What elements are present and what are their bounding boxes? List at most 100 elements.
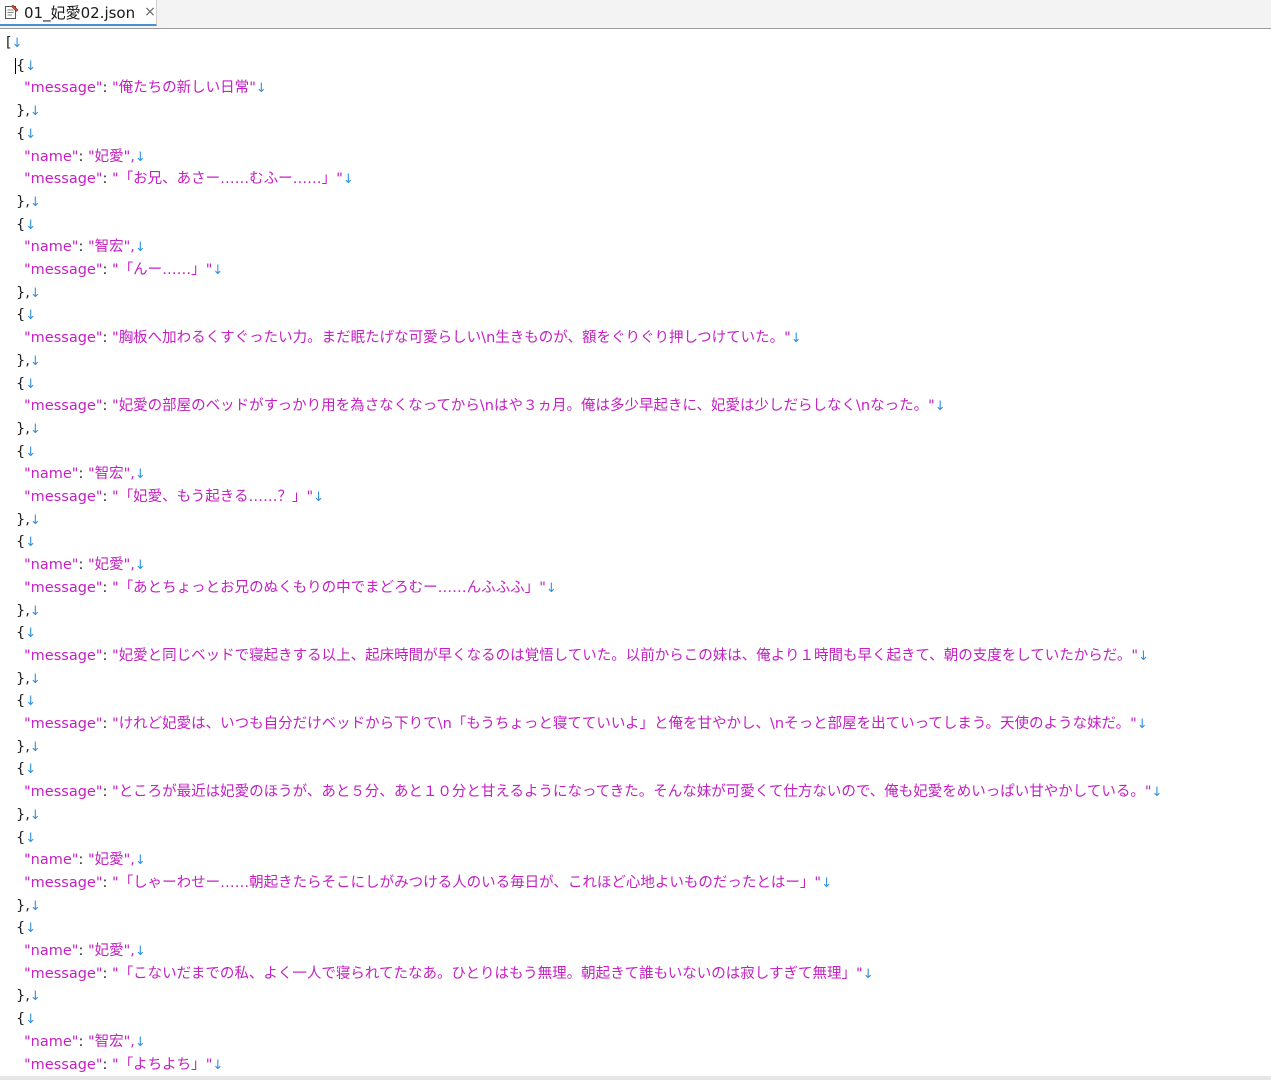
json-punct: },: [16, 670, 30, 687]
json-punct: :: [102, 647, 113, 664]
code-line: {↓: [16, 1008, 36, 1030]
json-key: "message": [24, 716, 103, 732]
json-punct: },: [16, 988, 30, 1005]
tab-title: 01_妃愛02.json: [24, 3, 136, 22]
code-line: },↓: [16, 350, 41, 372]
json-punct: ",: [123, 557, 135, 574]
newline-arrow-icon: ↓: [29, 898, 41, 914]
json-value: 智宏: [94, 239, 124, 256]
text-editor[interactable]: [↓ {↓ "message": "俺たちの新しい日常"↓},↓ {↓ "name": …: [0, 30, 1271, 1076]
json-punct: {: [16, 307, 26, 324]
json-punct: ": [1144, 784, 1152, 801]
json-value: 妃愛の部屋のベッドがすっかり用を為さなくなってから\nはや３ヵ月。俺は多少早起き…: [118, 398, 929, 415]
json-punct: ": [112, 579, 119, 596]
json-value: 胸板へ加わるくすぐったい力。まだ眠たげな可愛らしい\n生きものが、額をぐりぐり押…: [118, 330, 785, 347]
json-punct: ": [112, 80, 119, 97]
json-punct: :: [78, 943, 88, 959]
json-punct: ",: [123, 852, 135, 869]
json-key: "name": [24, 148, 79, 165]
newline-arrow-icon: ↓: [25, 830, 37, 846]
newline-arrow-icon: ↓: [134, 149, 146, 165]
code-line: {↓: [16, 123, 36, 145]
code-line: "message": "「よちよち」"↓: [24, 1054, 223, 1076]
horizontal-scrollbar[interactable]: [0, 1076, 1271, 1080]
newline-arrow-icon: ↓: [29, 512, 41, 528]
code-line: "message": "ところが最近は妃愛のほうが、あと５分、あと１０分と甘える…: [24, 781, 1162, 803]
code-line: "message": "胸板へ加わるくすぐったい力。まだ眠たげな可愛らしい\n生…: [24, 327, 802, 349]
code-line: "message": "妃愛と同じベッドで寝起きする以上、起床時間が早くなるのは…: [24, 645, 1149, 667]
newline-arrow-icon: ↓: [29, 104, 41, 120]
json-value: ところが最近は妃愛のほうが、あと５分、あと１０分と甘えるようになってきた。そんな…: [118, 784, 1145, 801]
code-line: "message": "けれど妃愛は、いつも自分だけベッドから下りて\n「もうち…: [24, 713, 1148, 735]
json-punct: ": [87, 1033, 95, 1050]
json-punct: ": [336, 171, 343, 188]
json-key: "name": [24, 557, 79, 574]
json-key: "name": [24, 239, 79, 256]
json-key: "message": [24, 80, 103, 97]
json-punct: {: [16, 829, 26, 846]
json-punct: :: [102, 171, 113, 188]
newline-arrow-icon: ↓: [25, 762, 37, 778]
code-line: "name": "智宏",↓: [24, 463, 146, 485]
json-value: 妃愛: [94, 852, 124, 869]
newline-arrow-icon: ↓: [25, 376, 37, 392]
json-punct: {: [16, 375, 26, 392]
tab-bar: 01_妃愛02.json ×: [0, 0, 1271, 29]
newline-arrow-icon: ↓: [212, 1057, 224, 1073]
json-punct: ": [112, 330, 119, 347]
newline-arrow-icon: ↓: [545, 580, 557, 596]
tab-json-file[interactable]: 01_妃愛02.json ×: [0, 0, 157, 26]
json-punct: ": [112, 171, 119, 188]
json-punct: {: [16, 761, 26, 778]
json-punct: {: [16, 1011, 26, 1028]
json-punct: ": [112, 874, 119, 891]
json-punct: ",: [123, 943, 135, 959]
json-punct: :: [102, 330, 113, 347]
json-key: "message": [24, 784, 103, 801]
close-icon[interactable]: ×: [144, 4, 156, 20]
json-punct: :: [102, 398, 113, 415]
code-line: },↓: [16, 736, 41, 758]
json-key: "message": [24, 965, 103, 982]
json-key: "message": [24, 171, 103, 188]
json-value: 「こないだまでの私、よく一人で寝られてたなあ。ひとりはもう無理。朝起きて誰もいな…: [118, 965, 857, 982]
json-value: 「あとちょっとお兄のぬくもりの中でまどろむー……んふふふ」: [118, 579, 540, 596]
json-punct: :: [78, 1033, 88, 1050]
json-key: "message": [24, 647, 103, 664]
json-value: 妃愛: [94, 943, 124, 959]
json-punct: ": [249, 80, 256, 97]
newline-arrow-icon: ↓: [25, 921, 37, 937]
json-punct: },: [16, 103, 30, 120]
json-key: "message": [24, 398, 103, 415]
code-line: },↓: [16, 895, 41, 917]
newline-arrow-icon: ↓: [25, 1012, 37, 1028]
json-punct: },: [16, 897, 30, 914]
json-punct: :: [102, 262, 113, 278]
json-punct: :: [102, 716, 113, 732]
newline-arrow-icon: ↓: [29, 353, 41, 369]
json-punct: ": [87, 466, 95, 483]
json-punct: ": [856, 965, 863, 982]
code-line: {↓: [16, 214, 36, 236]
code-line: {↓: [16, 622, 36, 644]
json-punct: {: [16, 693, 26, 710]
json-value: 「よちよち」: [118, 1056, 206, 1073]
json-punct: ": [87, 239, 95, 256]
code-line: "message": "「しゃーわせー……朝起きたらそこにしがみつける人のいる毎…: [24, 872, 832, 894]
newline-arrow-icon: ↓: [11, 36, 23, 51]
json-punct: ": [928, 398, 935, 415]
code-line: },↓: [16, 100, 41, 122]
newline-arrow-icon: ↓: [134, 558, 146, 574]
newline-arrow-icon: ↓: [25, 444, 37, 460]
json-punct: ": [112, 398, 119, 415]
newline-arrow-icon: ↓: [25, 308, 37, 324]
json-punct: :: [102, 874, 113, 891]
code-line: "message": "妃愛の部屋のベッドがすっかり用を為さなくなってから\nは…: [24, 395, 946, 417]
code-line: "name": "妃愛",↓: [24, 940, 146, 962]
json-punct: {: [16, 216, 26, 233]
json-punct: ": [112, 489, 119, 505]
json-key: "message": [24, 579, 103, 596]
json-punct: ",: [123, 466, 135, 483]
json-key: "name": [24, 852, 79, 869]
newline-arrow-icon: ↓: [29, 194, 41, 210]
